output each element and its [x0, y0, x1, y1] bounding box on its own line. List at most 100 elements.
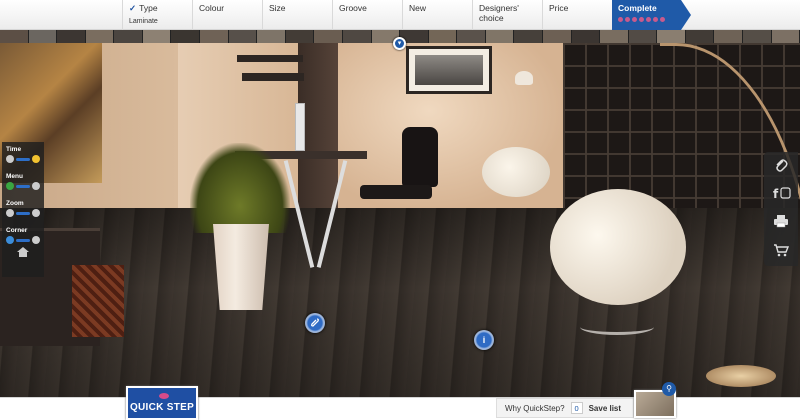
chair-base	[580, 319, 654, 335]
info-icon: i	[482, 335, 486, 345]
step-complete-arrow	[681, 0, 691, 30]
zoom-slider[interactable]	[16, 211, 30, 215]
floor-swatch[interactable]	[628, 30, 658, 43]
floor-swatch[interactable]	[571, 30, 601, 43]
floor-swatch[interactable]	[200, 30, 229, 43]
quickstep-logo[interactable]: QUICK STEP	[126, 386, 198, 420]
office-chair-seat	[360, 185, 432, 199]
floor-swatch[interactable]	[28, 30, 58, 43]
facebook-twitter-icon[interactable]: f	[772, 186, 791, 204]
step-size-label: Size	[269, 3, 286, 13]
zoom-out-icon[interactable]	[6, 209, 14, 217]
step-new-label: New	[409, 3, 427, 13]
shopping-bag	[72, 265, 124, 337]
step-designers-choice-label: Designers' choice	[479, 3, 519, 23]
info-hotspot[interactable]: i	[474, 330, 494, 350]
floor-swatch[interactable]	[342, 30, 372, 43]
time-label: Time	[6, 146, 22, 153]
step-colour-label: Colour	[199, 3, 225, 13]
wall-shelf	[242, 73, 304, 81]
viewer-controls: Time Menu Zoom Corner	[2, 142, 44, 277]
plant-pot	[213, 224, 269, 310]
floor-swatch[interactable]	[57, 30, 86, 43]
step-size[interactable]: Size	[262, 0, 332, 30]
time-control: Time	[6, 146, 40, 163]
floor-swatch[interactable]	[314, 30, 343, 43]
step-new[interactable]: New	[402, 0, 472, 30]
floor-swatch[interactable]	[485, 30, 515, 43]
step-colour[interactable]: Colour	[192, 0, 262, 30]
paperclip-icon[interactable]	[772, 157, 790, 175]
corner-control: Corner	[6, 227, 40, 258]
print-icon[interactable]	[772, 214, 790, 232]
framed-photo	[406, 46, 492, 94]
floor-swatch[interactable]	[285, 30, 315, 43]
floor-swatch[interactable]	[714, 30, 744, 43]
zoom-in-icon[interactable]	[32, 209, 40, 217]
floor-swatch[interactable]	[428, 30, 458, 43]
floor-swatch[interactable]	[685, 30, 715, 43]
logo-mark	[159, 393, 169, 399]
moon-icon[interactable]	[6, 155, 14, 163]
floor-swatch[interactable]	[142, 30, 172, 43]
floor-lamp	[515, 71, 533, 85]
wall-shelf	[237, 55, 303, 62]
home-icon[interactable]	[16, 246, 30, 258]
floor-swatch[interactable]	[514, 30, 543, 43]
why-quickstep-link[interactable]: Why QuickStep?	[505, 404, 565, 413]
floor-swatch[interactable]	[0, 30, 29, 43]
sun-icon[interactable]	[32, 155, 40, 163]
computer-monitor	[295, 103, 305, 151]
step-complete-label: Complete	[618, 3, 657, 13]
saved-count-badge: 0	[570, 402, 583, 414]
corner-right-icon[interactable]	[32, 236, 40, 244]
step-groove[interactable]: Groove	[332, 0, 402, 30]
logo-text: QUICK STEP	[129, 402, 195, 413]
floor-swatch[interactable]	[228, 30, 258, 43]
step-type-label: Type	[139, 3, 158, 13]
floor-swatch[interactable]	[771, 30, 800, 43]
arc-lamp-base	[706, 365, 776, 387]
paperclip-icon[interactable]: ⚲	[662, 382, 676, 396]
step-type-value: Laminate	[129, 18, 158, 25]
floor-swatch[interactable]	[600, 30, 629, 43]
floor-swatch[interactable]	[743, 30, 772, 43]
menu-off-icon[interactable]	[32, 182, 40, 190]
cart-icon[interactable]	[772, 243, 790, 261]
floor-swatch[interactable]	[657, 30, 686, 43]
floor-swatch[interactable]	[114, 30, 143, 43]
floor-swatch[interactable]	[457, 30, 486, 43]
step-navigation: ✓ Type Laminate Colour Size Groove New De…	[0, 0, 800, 30]
floor-swatch[interactable]	[257, 30, 286, 43]
step-groove-label: Groove	[339, 3, 367, 13]
step-complete[interactable]: Complete	[612, 0, 681, 30]
quickstep-room-viewer: { "steps": [ {"label": "Type", "sub": "L…	[0, 0, 800, 420]
time-slider[interactable]	[16, 157, 30, 161]
step-type[interactable]: ✓ Type Laminate	[122, 0, 192, 30]
step-price[interactable]: Price	[542, 0, 612, 30]
expand-swatches-icon[interactable]: ▾	[393, 37, 406, 50]
attach-hotspot[interactable]	[305, 313, 325, 333]
corner-label: Corner	[6, 227, 28, 234]
floor-swatch[interactable]	[171, 30, 201, 43]
white-egg-chair	[482, 147, 550, 197]
floor-swatch[interactable]	[85, 30, 115, 43]
save-list-button[interactable]: Save list	[589, 404, 621, 413]
floor-swatch[interactable]	[542, 30, 572, 43]
corner-slider[interactable]	[16, 238, 30, 242]
progress-dots	[618, 17, 665, 22]
potted-plant	[190, 143, 290, 233]
room-scene	[0, 43, 800, 397]
save-list-bar: Why QuickStep? 0 Save list	[496, 398, 634, 418]
share-tools: f	[764, 152, 798, 266]
step-designers-choice[interactable]: Designers' choice	[472, 0, 542, 30]
zoom-control: Zoom	[6, 200, 40, 217]
checkmark-icon: ✓	[129, 3, 137, 13]
svg-text:f: f	[773, 187, 779, 200]
menu-toggle[interactable]	[16, 184, 30, 188]
menu-label: Menu	[6, 173, 23, 180]
step-price-label: Price	[549, 3, 569, 13]
menu-on-icon[interactable]	[6, 182, 14, 190]
bottom-bar	[0, 397, 800, 420]
corner-up-icon[interactable]	[6, 236, 14, 244]
